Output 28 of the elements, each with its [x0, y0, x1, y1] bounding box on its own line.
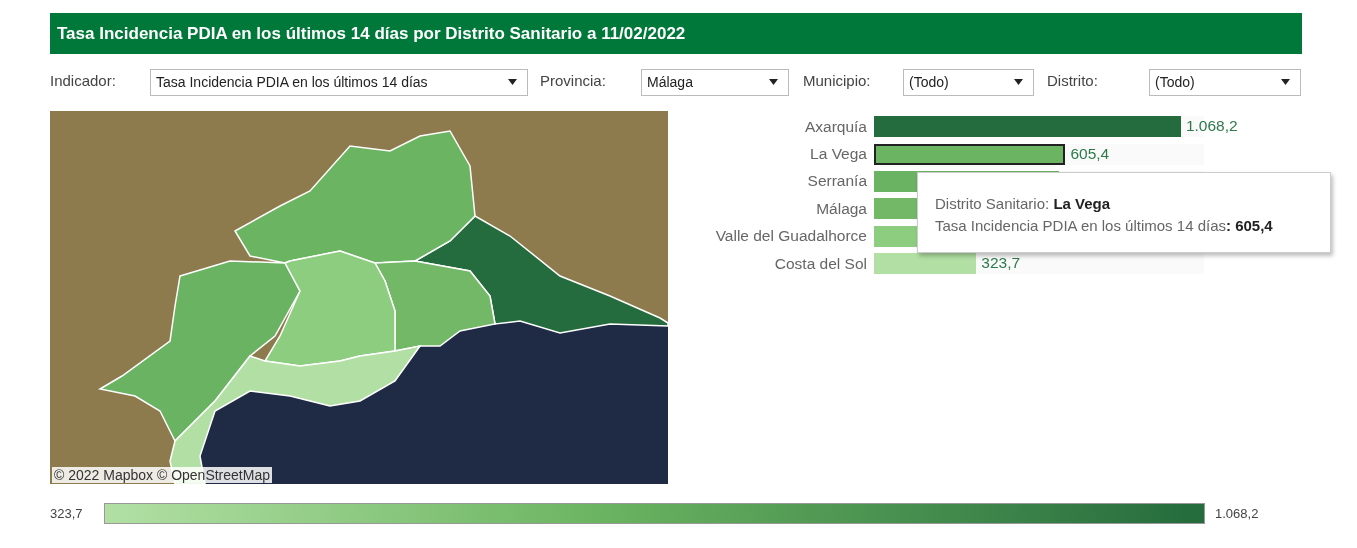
filter-label: Provincia:: [540, 71, 607, 89]
dropdown[interactable]: Málaga: [641, 68, 789, 96]
legend-min: 323,7: [50, 506, 84, 521]
district-label: Serranía: [806, 172, 868, 191]
dropdown[interactable]: (Todo): [903, 68, 1034, 96]
district-label: Axarquía: [803, 117, 868, 136]
map-attribution: © 2022 Mapbox © OpenStreetMap: [52, 467, 272, 483]
bar-value: 323,7: [981, 254, 1021, 273]
bar-value: 1.068,2: [1185, 117, 1238, 136]
bar-value: 605,4: [1070, 144, 1110, 163]
caret-icon: [1014, 79, 1023, 85]
filter-label: Indicador:: [50, 71, 117, 89]
dropdown[interactable]: Tasa Incidencia PDIA en los últimos 14 días: [150, 68, 528, 96]
dashboard-title: Tasa Incidencia PDIA en los últimos 14 días por Distrito Sanitario a 11/02/2022: [50, 13, 1302, 54]
bar[interactable]: [874, 143, 1066, 165]
legend-max: 1.068,2: [1215, 506, 1260, 521]
dropdown[interactable]: (Todo): [1149, 68, 1301, 96]
caret-icon: [508, 79, 517, 85]
district-label: Costa del Sol: [773, 254, 868, 273]
district-label: La Vega: [809, 145, 868, 164]
district-label: Málaga: [815, 199, 868, 218]
caret-icon: [769, 79, 778, 85]
tooltip-text: Tasa Incidencia PDIA en los últimos 14 días: 605,4: [935, 216, 1274, 236]
filter-label: Municipio:: [803, 71, 872, 89]
district-label: Valle del Guadalhorce: [714, 227, 868, 246]
filter-label: Distrito:: [1047, 71, 1099, 89]
tooltip-text: Distrito Sanitario: La Vega: [935, 194, 1112, 214]
caret-icon: [1281, 79, 1290, 85]
